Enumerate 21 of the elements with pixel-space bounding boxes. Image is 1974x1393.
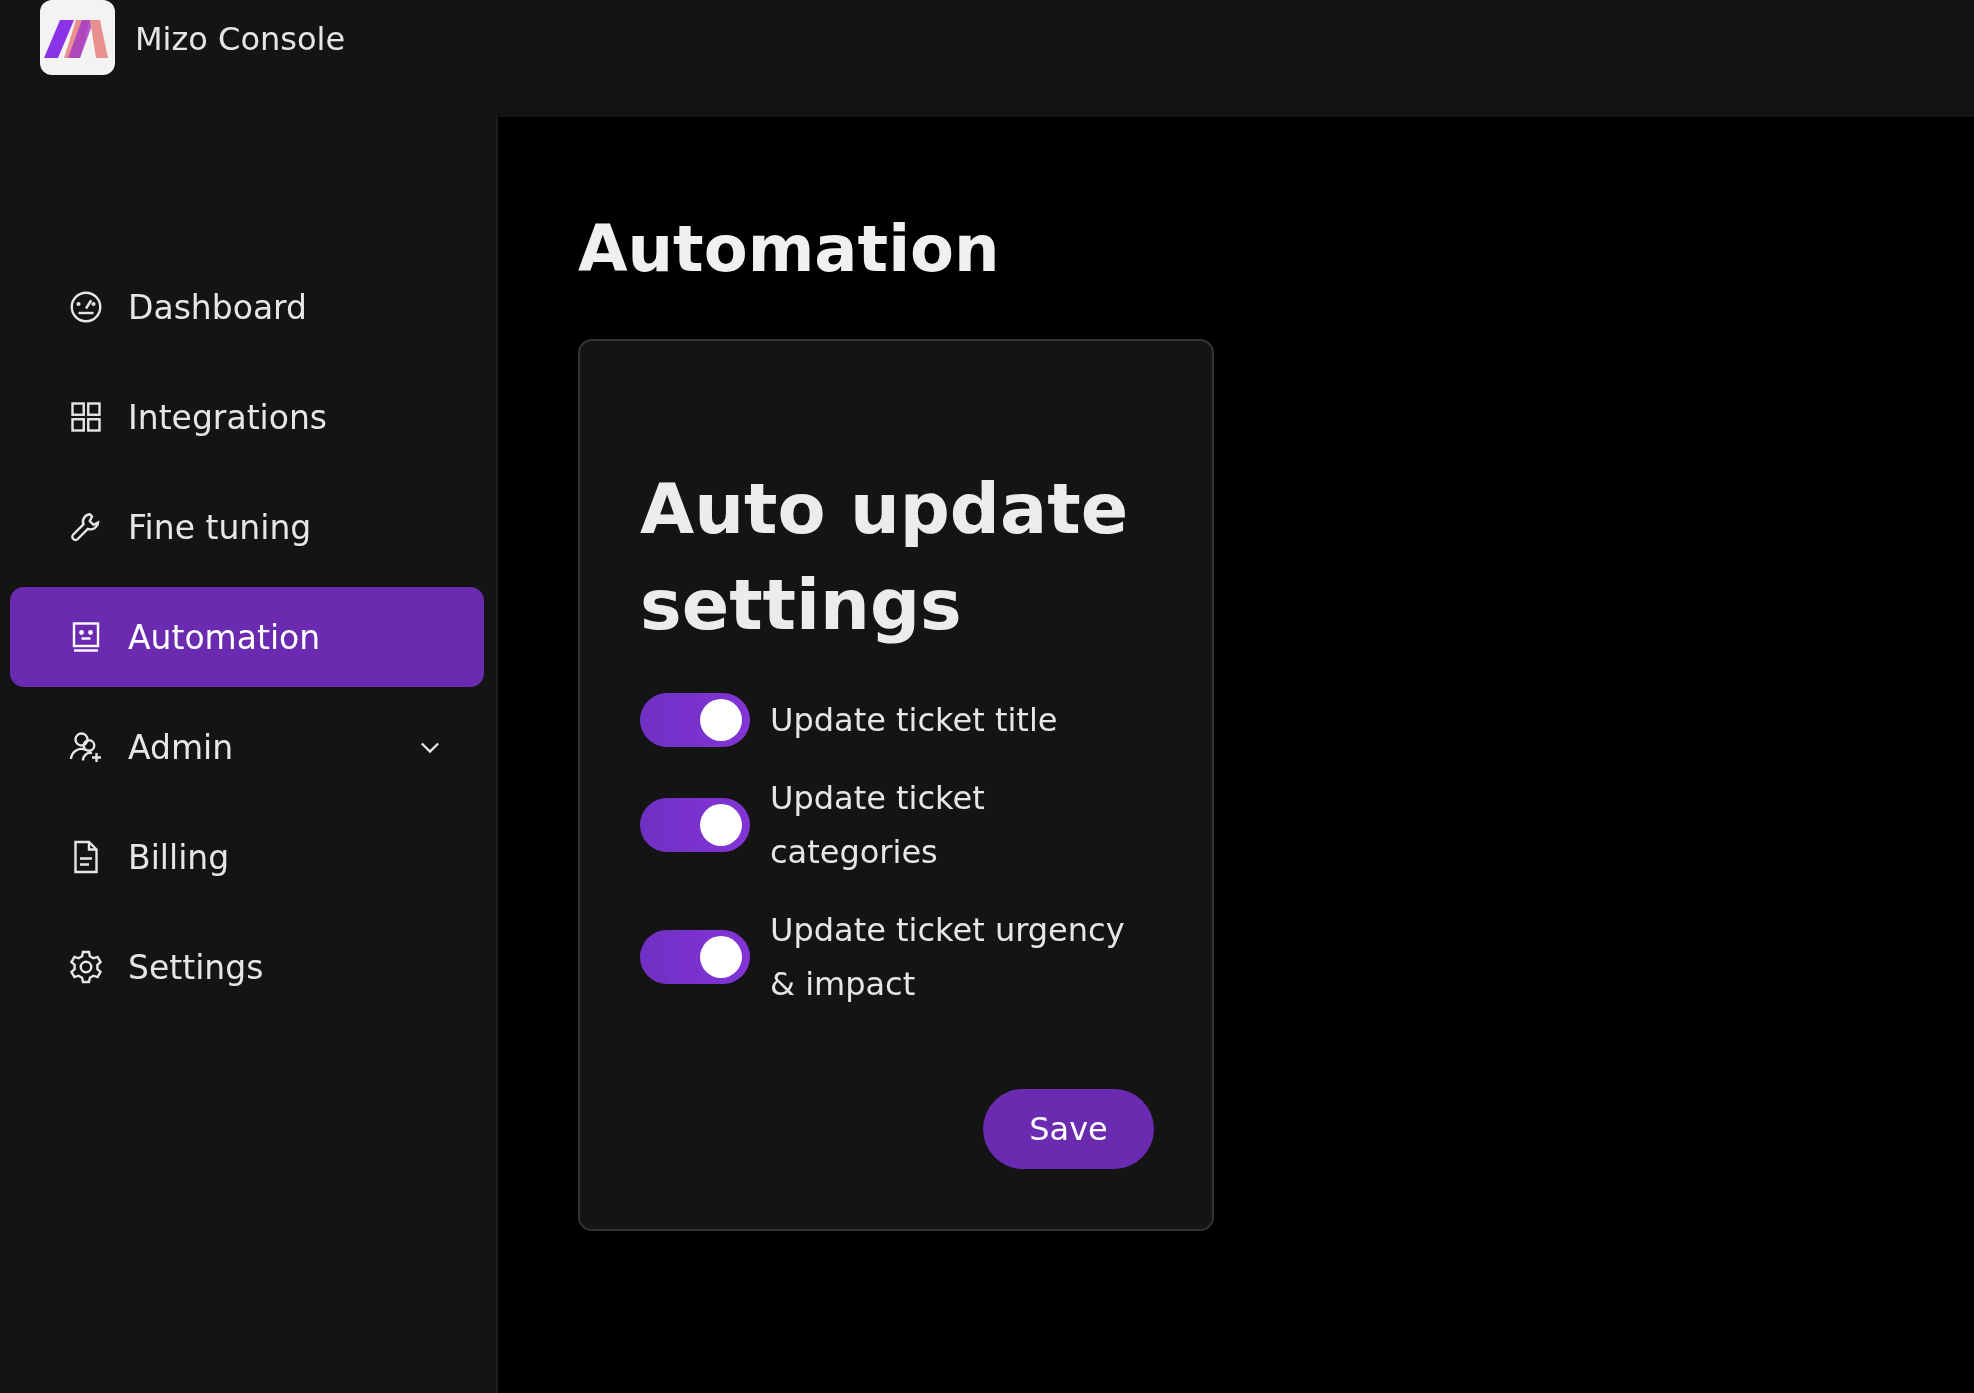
- sidebar-item[interactable]: Settings: [10, 917, 484, 1017]
- toggle-label: Update ticket categories: [770, 778, 986, 873]
- sidebar-item[interactable]: Admin: [10, 697, 484, 797]
- sidebar-item[interactable]: Automation: [10, 587, 484, 687]
- toggle-label: Update ticket urgency & impact: [770, 910, 1126, 1005]
- save-button[interactable]: Save: [983, 1089, 1154, 1169]
- app-title: Mizo Console: [135, 19, 346, 60]
- toggle-switch[interactable]: [640, 693, 750, 747]
- logo-icon: [40, 0, 115, 75]
- toggle-label: Update ticket title: [770, 700, 1058, 741]
- toggle-switch[interactable]: [640, 930, 750, 984]
- grid-icon: [68, 399, 104, 435]
- toggle-switch[interactable]: [640, 798, 750, 852]
- sidebar-item[interactable]: Fine tuning: [10, 477, 484, 577]
- settings-icon: [68, 949, 104, 985]
- page-title: Automation: [578, 211, 1001, 288]
- sidebar-item[interactable]: Billing: [10, 807, 484, 907]
- people-add-icon: [68, 729, 104, 765]
- card-title: Auto update settings: [640, 467, 1130, 648]
- sidebar-item[interactable]: Integrations: [10, 367, 484, 467]
- sidebar-item[interactable]: Dashboard: [10, 257, 484, 357]
